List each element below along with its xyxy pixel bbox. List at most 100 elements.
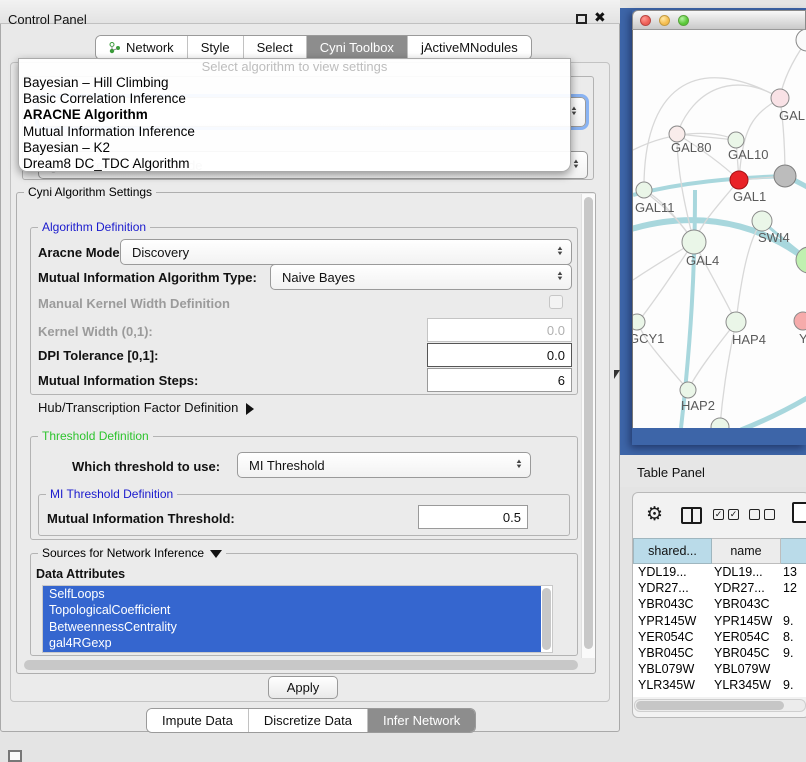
split-columns-icon[interactable]: [681, 507, 702, 524]
table-row[interactable]: YLR345WYLR345W9.: [633, 677, 806, 693]
float-window-icon[interactable]: [576, 14, 587, 24]
table-body[interactable]: YDL19...YDL19...13YDR27...YDR27...12YBR0…: [633, 564, 806, 697]
network-node-gal4[interactable]: [682, 230, 706, 254]
tab-label: Select: [257, 40, 293, 55]
tab-label: Cyni Toolbox: [320, 40, 394, 55]
tab-select[interactable]: Select: [244, 36, 307, 59]
control-panel-title: Control Panel: [8, 12, 87, 27]
select-all-checkboxes-icon[interactable]: ✓ ✓: [713, 509, 739, 520]
combo-arrows-icon: ▲▼: [556, 272, 564, 282]
settings-vscroll-thumb[interactable]: [584, 197, 593, 649]
column-header-name[interactable]: name: [712, 538, 781, 564]
settings-hscroll-thumb[interactable]: [24, 660, 578, 670]
sources-title-text: Sources for Network Inference: [42, 546, 204, 560]
dpi-tolerance-field[interactable]: 0.0: [427, 343, 572, 367]
algorithm-option[interactable]: ARACNE Algorithm: [19, 107, 570, 123]
network-canvas[interactable]: GALGAL80GAL10GAL1GAL11SWI4GAL4GCY1HAP4YH…: [632, 30, 806, 428]
network-node-y[interactable]: [794, 312, 806, 330]
network-node[interactable]: [774, 165, 796, 187]
minimize-traffic-light-icon[interactable]: [659, 15, 670, 26]
attribute-item[interactable]: BetweennessCentrality: [43, 619, 541, 635]
apply-label: Apply: [287, 680, 320, 695]
table-cell: YDL19...: [633, 564, 712, 580]
table-hscroll-thumb[interactable]: [636, 701, 784, 710]
table-row[interactable]: YER054CYER054C8.: [633, 629, 806, 645]
algorithm-option[interactable]: Dream8 DC_TDC Algorithm: [19, 156, 570, 172]
control-panel-titlebar[interactable]: [0, 0, 620, 24]
manual-kernel-checkbox[interactable]: [549, 295, 563, 309]
kernel-width-field[interactable]: 0.0: [427, 318, 572, 342]
table-row[interactable]: YDL19...YDL19...13: [633, 564, 806, 580]
mi-type-label: Mutual Information Algorithm Type:: [38, 270, 257, 285]
apply-button[interactable]: Apply: [268, 676, 338, 699]
column-header-shared[interactable]: shared...: [633, 538, 712, 564]
tab-label: Network: [126, 40, 174, 55]
network-node[interactable]: [711, 418, 729, 428]
algorithm-option[interactable]: Bayesian – Hill Climbing: [19, 75, 570, 91]
network-edge[interactable]: [741, 398, 806, 428]
table-cell: YPR145W: [633, 613, 712, 629]
table-cell: YLR345W: [633, 677, 712, 693]
network-node-gal1[interactable]: [730, 171, 748, 189]
table-cell: YBR045C: [712, 645, 781, 661]
attributes-scrollbar[interactable]: [542, 588, 551, 650]
attribute-item[interactable]: TopologicalCoefficient: [43, 602, 541, 618]
network-node-gal[interactable]: [771, 89, 789, 107]
mi-steps-field[interactable]: 6: [427, 368, 572, 392]
collapsed-panel-icon[interactable]: [8, 750, 22, 762]
mi-type-combo[interactable]: Naive Bayes ▲▼: [270, 264, 572, 290]
algorithm-option[interactable]: Basic Correlation Inference: [19, 91, 570, 107]
gear-icon[interactable]: ⚙: [646, 503, 663, 526]
data-attributes-list[interactable]: SelfLoopsTopologicalCoefficientBetweenne…: [42, 585, 553, 653]
network-node-gal10[interactable]: [728, 132, 744, 148]
network-node-hap2[interactable]: [680, 382, 696, 398]
table-row[interactable]: YIL052CYIL052C9: [633, 694, 806, 698]
network-node[interactable]: [796, 30, 806, 51]
deselect-all-checkboxes-icon[interactable]: [749, 509, 775, 520]
zoom-traffic-light-icon[interactable]: [678, 15, 689, 26]
tab-label: Style: [201, 40, 230, 55]
which-threshold-combo[interactable]: MI Threshold ▲▼: [237, 452, 531, 478]
table-cell: YBL079W: [712, 661, 781, 677]
attribute-item[interactable]: SelfLoops: [43, 586, 541, 602]
node-label: GAL4: [686, 253, 719, 268]
top-tabbar: Network Style Select Cyni Toolbox jActiveMNo…: [95, 35, 532, 60]
network-node-gcy1[interactable]: [633, 314, 645, 330]
aracne-mode-combo[interactable]: Discovery ▲▼: [120, 239, 572, 265]
document-icon[interactable]: [792, 502, 806, 523]
table-row[interactable]: YBL079WYBL079W: [633, 661, 806, 677]
table-row[interactable]: YBR045CYBR045C9.: [633, 645, 806, 661]
tab-impute-data[interactable]: Impute Data: [147, 709, 249, 732]
table-row[interactable]: YDR27...YDR27...12: [633, 580, 806, 596]
table-row[interactable]: YBR043CYBR043C: [633, 596, 806, 612]
network-edge[interactable]: [739, 98, 780, 180]
tab-network[interactable]: Network: [96, 36, 188, 59]
close-icon[interactable]: ✖: [594, 9, 606, 26]
table-cell: 9.: [781, 613, 793, 629]
network-node-hap4[interactable]: [726, 312, 746, 332]
algorithm-option[interactable]: Mutual Information Inference: [19, 124, 570, 140]
table-row[interactable]: YPR145WYPR145W9.: [633, 613, 806, 629]
table-cell: YDR27...: [633, 580, 712, 596]
which-threshold-label: Which threshold to use:: [72, 459, 220, 474]
tab-style[interactable]: Style: [188, 36, 244, 59]
tab-jactivemnodules[interactable]: jActiveMNodules: [408, 36, 531, 59]
network-edge[interactable]: [677, 142, 694, 242]
column-header[interactable]: [781, 538, 806, 564]
checked-box-icon: ✓: [728, 509, 739, 520]
mi-threshold-field[interactable]: 0.5: [418, 505, 528, 529]
attribute-item[interactable]: gal4RGexp: [43, 635, 541, 651]
table-cell: 12: [781, 580, 797, 596]
tab-discretize-data[interactable]: Discretize Data: [249, 709, 368, 732]
hub-definition-toggle[interactable]: Hub/Transcription Factor Definition: [38, 400, 254, 415]
tab-infer-network[interactable]: Infer Network: [368, 709, 475, 732]
sources-title[interactable]: Sources for Network Inference: [38, 546, 226, 560]
table-cell: YBR045C: [633, 645, 712, 661]
network-node-swi4[interactable]: [752, 211, 772, 231]
chevron-right-icon: [246, 403, 254, 415]
tab-cyni-toolbox[interactable]: Cyni Toolbox: [307, 36, 408, 59]
network-node-gal11[interactable]: [636, 182, 652, 198]
close-traffic-light-icon[interactable]: [640, 15, 651, 26]
table-cell: 9: [781, 694, 790, 698]
algorithm-option[interactable]: Bayesian – K2: [19, 140, 570, 156]
